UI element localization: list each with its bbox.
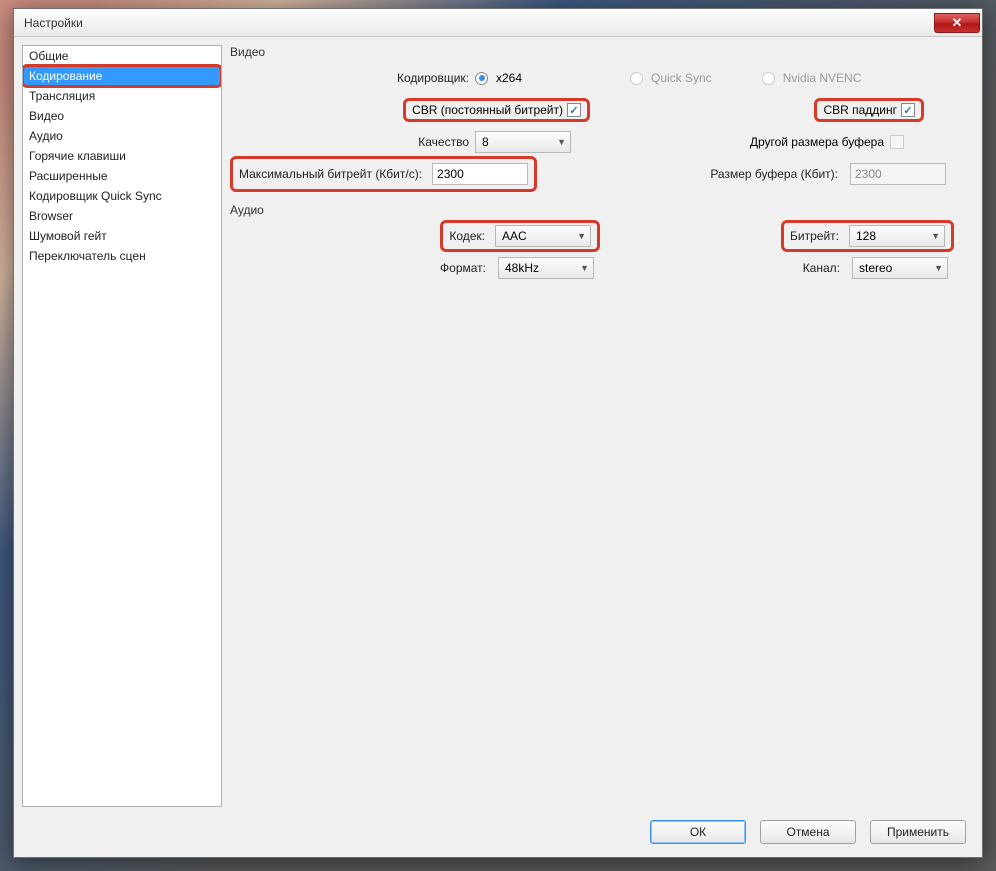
chevron-down-icon: ▼ xyxy=(580,263,589,273)
sidebar-item-noisegate[interactable]: Шумовой гейт xyxy=(23,226,221,246)
codec-label: Кодек: xyxy=(449,229,491,243)
radio-nvenc: Nvidia NVENC xyxy=(762,71,862,85)
button-label: Отмена xyxy=(786,825,829,839)
settings-window: Настройки ✕ Общие Кодирование Трансляция… xyxy=(13,8,983,858)
select-value: 128 xyxy=(856,229,876,243)
cbr-highlight: CBR (постоянный битрейт) ✓ xyxy=(403,98,590,122)
codec-select[interactable]: AAC ▼ xyxy=(495,225,591,247)
other-buffer-checkbox[interactable] xyxy=(890,135,904,149)
sidebar-item-encoding[interactable]: Кодирование xyxy=(23,66,221,86)
sidebar-item-label: Переключатель сцен xyxy=(29,249,146,263)
audio-bitrate-select[interactable]: 128 ▼ xyxy=(849,225,945,247)
max-bitrate-label: Максимальный битрейт (Кбит/с): xyxy=(239,167,428,181)
buffer-size-label: Размер буфера (Кбит): xyxy=(710,167,844,181)
sidebar-item-broadcast[interactable]: Трансляция xyxy=(23,86,221,106)
bitrate-highlight: Битрейт: 128 ▼ xyxy=(781,220,954,252)
chevron-down-icon: ▼ xyxy=(577,231,586,241)
settings-sidebar: Общие Кодирование Трансляция Видео Аудио… xyxy=(22,45,222,807)
sidebar-item-general[interactable]: Общие xyxy=(23,46,221,66)
window-title: Настройки xyxy=(24,16,83,30)
sidebar-item-label: Browser xyxy=(29,209,73,223)
apply-button[interactable]: Применить xyxy=(870,820,966,844)
close-icon: ✕ xyxy=(952,15,963,31)
select-value: 8 xyxy=(482,135,489,149)
button-label: Применить xyxy=(887,825,949,839)
quality-select[interactable]: 8 ▼ xyxy=(475,131,571,153)
dialog-buttons: ОК Отмена Применить xyxy=(14,815,982,857)
close-button[interactable]: ✕ xyxy=(934,13,980,33)
format-select[interactable]: 48kHz ▼ xyxy=(498,257,594,279)
sidebar-item-label: Кодирование xyxy=(29,69,102,83)
select-value: stereo xyxy=(859,261,892,275)
cbr-padding-label: CBR паддинг xyxy=(823,103,897,117)
cbr-padding-checkbox[interactable]: ✓ xyxy=(901,103,915,117)
radio-icon xyxy=(630,72,643,85)
sidebar-item-quicksync[interactable]: Кодировщик Quick Sync xyxy=(23,186,221,206)
radio-icon xyxy=(762,72,775,85)
channel-select[interactable]: stereo ▼ xyxy=(852,257,948,279)
cancel-button[interactable]: Отмена xyxy=(760,820,856,844)
sidebar-item-label: Шумовой гейт xyxy=(29,229,107,243)
sidebar-item-label: Аудио xyxy=(29,129,63,143)
chevron-down-icon: ▼ xyxy=(934,263,943,273)
ok-button[interactable]: ОК xyxy=(650,820,746,844)
sidebar-item-advanced[interactable]: Расширенные xyxy=(23,166,221,186)
cbr-label: CBR (постоянный битрейт) xyxy=(412,103,563,117)
radio-x264[interactable]: x264 xyxy=(475,71,522,85)
video-group: Видео Кодировщик: x264 xyxy=(230,45,974,193)
sidebar-item-video[interactable]: Видео xyxy=(23,106,221,126)
sidebar-item-label: Трансляция xyxy=(29,89,95,103)
sidebar-item-audio[interactable]: Аудио xyxy=(23,126,221,146)
radio-label: Nvidia NVENC xyxy=(783,71,862,85)
audio-group: Аудио Кодек: AAC ▼ xyxy=(230,203,974,287)
chevron-down-icon: ▼ xyxy=(931,231,940,241)
select-value: 48kHz xyxy=(505,261,539,275)
audio-group-title: Аудио xyxy=(230,203,974,217)
video-group-title: Видео xyxy=(230,45,974,59)
button-label: ОК xyxy=(690,825,706,839)
radio-icon xyxy=(475,72,488,85)
radio-label: Quick Sync xyxy=(651,71,712,85)
format-label: Формат: xyxy=(440,261,492,275)
buffer-size-input xyxy=(850,163,946,185)
quality-label: Качество xyxy=(230,135,475,149)
cbr-padding-highlight: CBR паддинг ✓ xyxy=(814,98,924,122)
max-bitrate-input[interactable] xyxy=(432,163,528,185)
sidebar-item-label: Видео xyxy=(29,109,64,123)
cbr-checkbox[interactable]: ✓ xyxy=(567,103,581,117)
sidebar-item-hotkeys[interactable]: Горячие клавиши xyxy=(23,146,221,166)
sidebar-item-label: Общие xyxy=(29,49,68,63)
sidebar-item-scene-switcher[interactable]: Переключатель сцен xyxy=(23,246,221,266)
sidebar-item-label: Кодировщик Quick Sync xyxy=(29,189,162,203)
radio-quicksync: Quick Sync xyxy=(630,71,712,85)
codec-highlight: Кодек: AAC ▼ xyxy=(440,220,600,252)
radio-label: x264 xyxy=(496,71,522,85)
chevron-down-icon: ▼ xyxy=(557,137,566,147)
sidebar-item-label: Горячие клавиши xyxy=(29,149,126,163)
select-value: AAC xyxy=(502,229,527,243)
max-bitrate-highlight: Максимальный битрейт (Кбит/с): xyxy=(230,156,537,192)
encoder-label: Кодировщик: xyxy=(230,71,475,85)
channel-label: Канал: xyxy=(803,261,846,275)
titlebar: Настройки ✕ xyxy=(14,9,982,37)
sidebar-item-label: Расширенные xyxy=(29,169,108,183)
audio-bitrate-label: Битрейт: xyxy=(790,229,845,243)
other-buffer-label: Другой размера буфера xyxy=(750,135,884,149)
sidebar-item-browser[interactable]: Browser xyxy=(23,206,221,226)
